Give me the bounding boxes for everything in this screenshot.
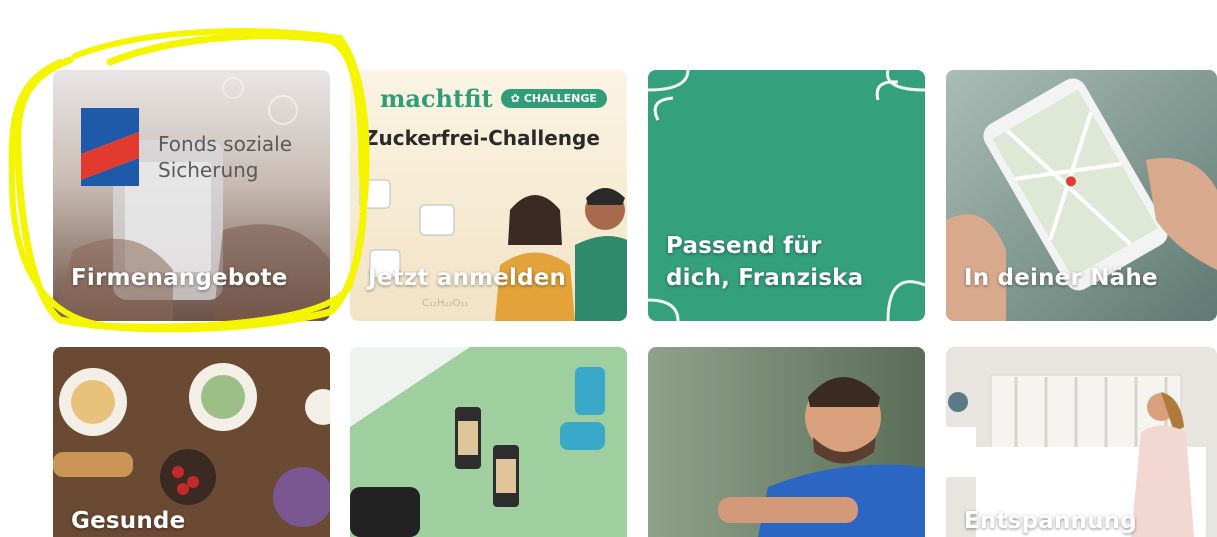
tile-firmenangebote[interactable]: Fonds soziale Sicherung Firmenangebote xyxy=(53,70,330,321)
tile-man-outdoors[interactable] xyxy=(648,347,925,537)
tile-label-line1: Passend für xyxy=(666,233,822,259)
tile-zuckerfrei-challenge[interactable]: machtfit ✿ CHALLENGE Zuckerfrei-Challeng… xyxy=(350,70,627,321)
sugar-formula: C₁₂H₂₂O₁₁ xyxy=(422,298,469,309)
challenge-badge-text: CHALLENGE xyxy=(523,92,597,105)
tile-label: Entspannung xyxy=(964,508,1137,534)
logo-text-line1: Fonds soziale xyxy=(158,132,293,156)
tile-supplements[interactable] xyxy=(350,347,627,537)
challenge-title: Zuckerfrei-Challenge xyxy=(364,126,600,150)
tile-entspannung[interactable]: Entspannung xyxy=(946,347,1217,537)
tile-label: Gesunde xyxy=(71,508,186,534)
tile-label-line2: dich, Franziska xyxy=(666,265,864,291)
tile-passend-fuer-dich[interactable]: Passend für dich, Franziska xyxy=(648,70,925,321)
fonds-logo-icon xyxy=(81,108,139,186)
logo-text-line2: Sicherung xyxy=(158,158,259,182)
challenge-icon: ✿ xyxy=(510,92,520,105)
tile-label: Firmenangebote xyxy=(71,265,288,291)
machtfit-brand: machtfit ✿ CHALLENGE xyxy=(380,84,607,113)
man-stretching-photo xyxy=(648,347,925,537)
tile-gesunde[interactable]: Gesunde xyxy=(53,347,330,537)
tile-in-deiner-naehe[interactable]: In deiner Nähe xyxy=(946,70,1217,321)
tile-label: In deiner Nähe xyxy=(964,265,1158,291)
challenge-badge: ✿ CHALLENGE xyxy=(500,89,607,108)
supplements-photo xyxy=(350,347,627,537)
tile-label: Jetzt anmelden xyxy=(368,265,567,291)
brand-name: machtfit xyxy=(380,84,493,113)
